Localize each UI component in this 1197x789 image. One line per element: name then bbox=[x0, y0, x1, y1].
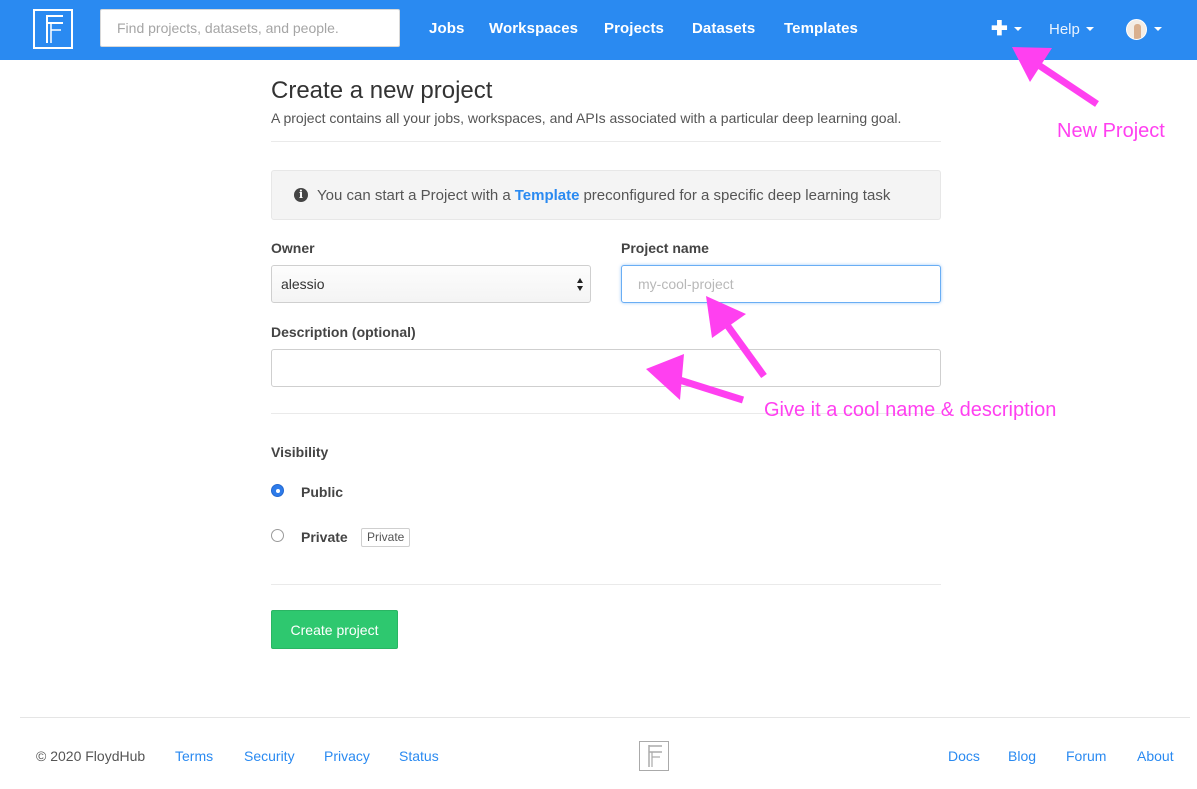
footer-link-docs[interactable]: Docs bbox=[948, 748, 980, 764]
arrow-new-project bbox=[1032, 59, 1099, 107]
public-radio-label[interactable]: Public bbox=[301, 484, 343, 500]
footer-divider bbox=[20, 717, 1190, 718]
select-arrows-icon bbox=[577, 278, 585, 292]
footer-link-status[interactable]: Status bbox=[399, 748, 439, 764]
private-radio-label[interactable]: Private bbox=[301, 529, 348, 545]
chevron-down-icon bbox=[1085, 27, 1094, 31]
info-icon: i bbox=[294, 188, 308, 202]
page-subtitle: A project contains all your jobs, worksp… bbox=[271, 110, 902, 126]
nav-link-projects[interactable]: Projects bbox=[604, 20, 664, 37]
search-input[interactable] bbox=[100, 9, 400, 47]
footer-logo-icon bbox=[639, 741, 669, 771]
footer-link-forum[interactable]: Forum bbox=[1066, 748, 1106, 764]
divider bbox=[271, 584, 941, 585]
private-radio[interactable] bbox=[271, 529, 284, 542]
visibility-label: Visibility bbox=[271, 444, 329, 460]
project-name-label: Project name bbox=[621, 240, 709, 256]
info-text-suffix: preconfigured for a specific deep learni… bbox=[583, 186, 891, 204]
avatar bbox=[1126, 18, 1147, 40]
project-name-input[interactable] bbox=[621, 265, 941, 303]
footer-link-blog[interactable]: Blog bbox=[1008, 748, 1036, 764]
create-project-button[interactable]: Create project bbox=[271, 610, 398, 649]
plus-icon: ✚ bbox=[991, 18, 1008, 40]
owner-label: Owner bbox=[271, 240, 315, 256]
help-menu-button[interactable]: Help bbox=[1049, 18, 1094, 40]
owner-select[interactable]: alessio bbox=[271, 265, 591, 303]
annotation-new-project: New Project bbox=[1057, 120, 1165, 142]
info-text-prefix: You can start a Project with a bbox=[317, 186, 511, 204]
annotation-name-description: Give it a cool name & description bbox=[764, 399, 1057, 421]
footer-link-security[interactable]: Security bbox=[244, 748, 295, 764]
user-menu-button[interactable] bbox=[1126, 18, 1162, 40]
description-label: Description (optional) bbox=[271, 324, 416, 340]
description-input[interactable] bbox=[271, 349, 941, 387]
footer-link-privacy[interactable]: Privacy bbox=[324, 748, 370, 764]
divider bbox=[271, 141, 941, 142]
footer-link-about[interactable]: About bbox=[1137, 748, 1174, 764]
nav-link-datasets[interactable]: Datasets bbox=[692, 20, 755, 37]
nav-link-jobs[interactable]: Jobs bbox=[429, 20, 464, 37]
nav-link-workspaces[interactable]: Workspaces bbox=[489, 20, 578, 37]
page-title: Create a new project bbox=[271, 77, 493, 104]
chevron-down-icon bbox=[1013, 27, 1022, 31]
nav-link-templates[interactable]: Templates bbox=[784, 20, 858, 37]
template-info-box: i You can start a Project with a Templat… bbox=[271, 170, 941, 220]
footer-copyright: © 2020 FloydHub bbox=[36, 748, 146, 764]
floydhub-logo-icon[interactable] bbox=[33, 9, 73, 49]
help-label: Help bbox=[1049, 20, 1080, 38]
chevron-down-icon bbox=[1154, 27, 1162, 31]
public-radio[interactable] bbox=[271, 484, 284, 497]
new-menu-button[interactable]: ✚ bbox=[991, 18, 1022, 40]
private-badge: Private bbox=[361, 528, 411, 547]
top-navbar: Jobs Workspaces Projects Datasets Templa… bbox=[0, 0, 1197, 60]
template-link[interactable]: Template bbox=[515, 187, 580, 204]
footer-link-terms[interactable]: Terms bbox=[175, 748, 213, 764]
owner-selected-value: alessio bbox=[281, 276, 325, 292]
